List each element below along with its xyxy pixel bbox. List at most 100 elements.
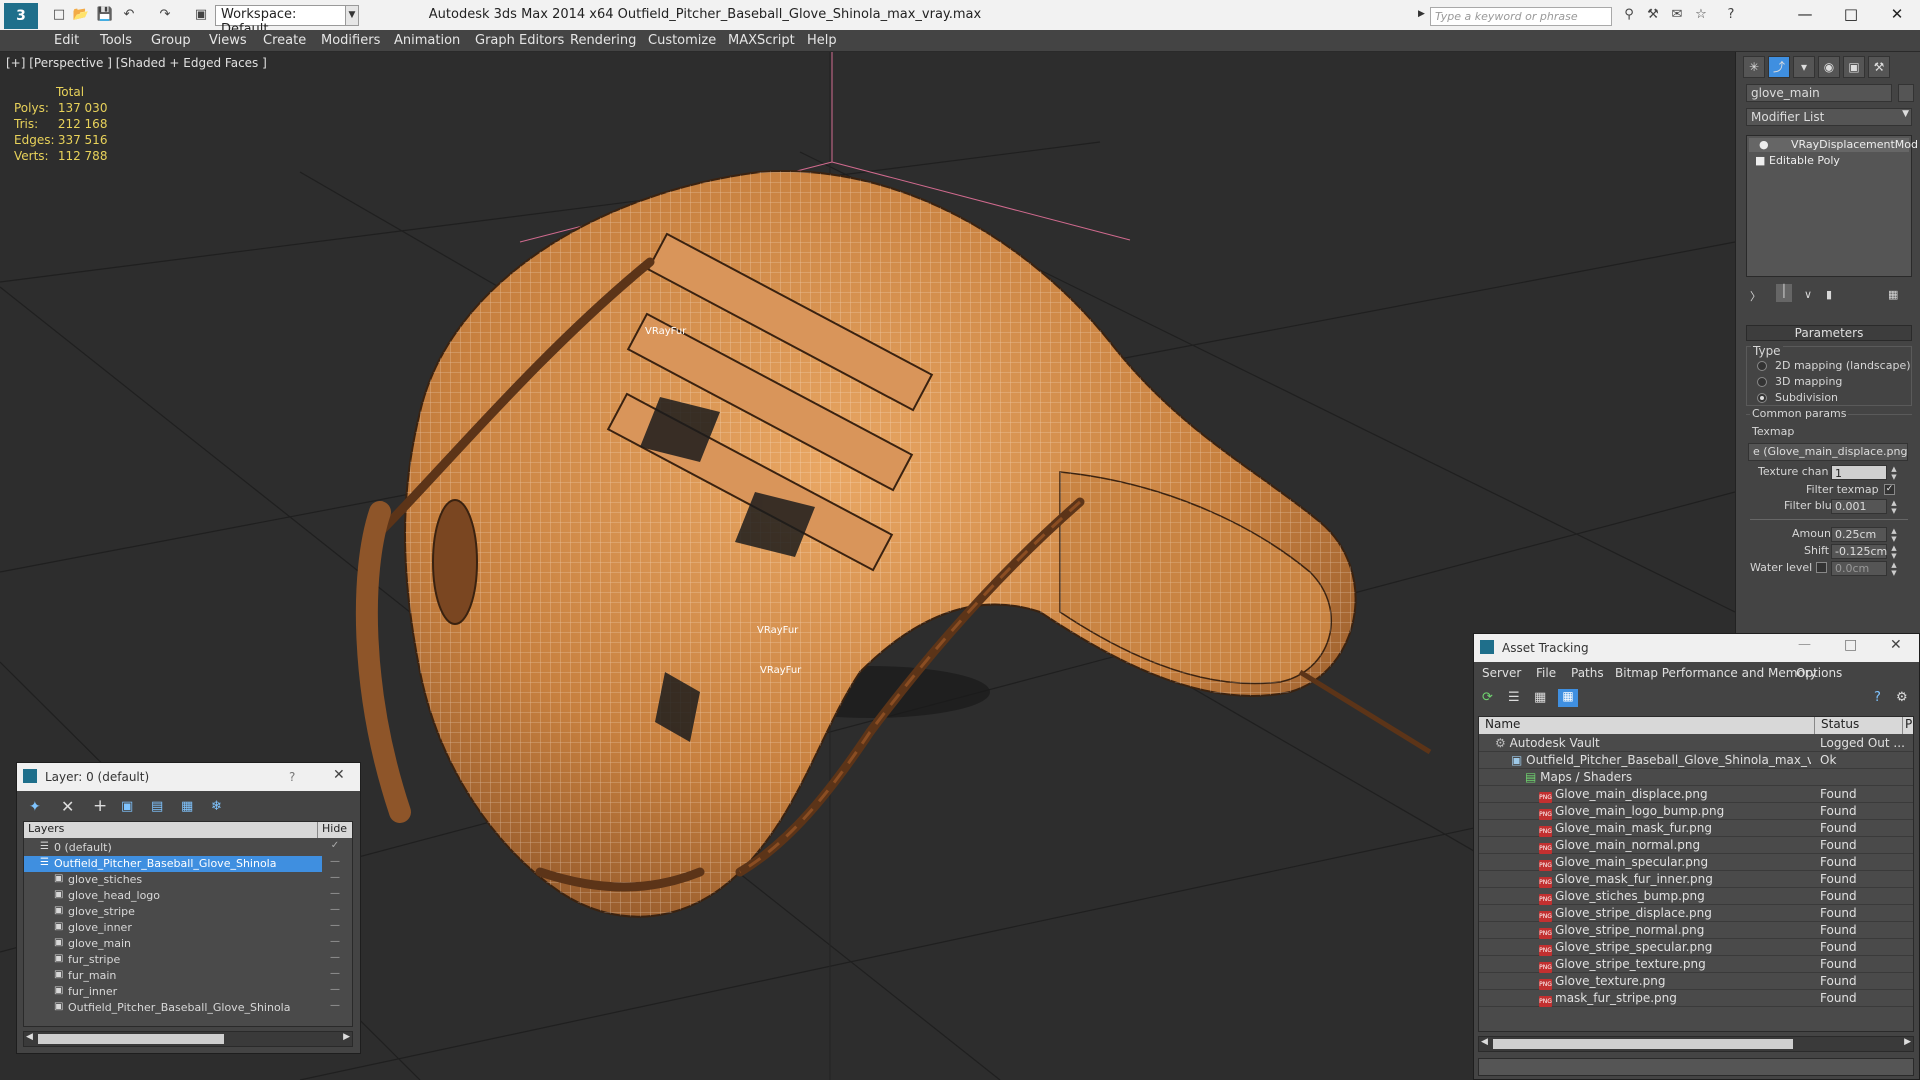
- object-color-swatch[interactable]: [1898, 84, 1914, 102]
- asset-row[interactable]: PNG Glove_main_logo_bump.png Found: [1479, 803, 1913, 820]
- layer-row[interactable]: ☰ Outfield_Pitcher_Baseball_Glove_Shinola: [24, 856, 322, 872]
- layer-close-icon[interactable]: ✕: [333, 767, 345, 783]
- utilities-tab-icon[interactable]: ⚒: [1868, 56, 1890, 78]
- stack-item-editable-poly[interactable]: ■ Editable Poly: [1749, 154, 1909, 168]
- layer-help-icon[interactable]: ?: [289, 770, 295, 784]
- asset-row[interactable]: PNG mask_fur_stripe.png Found: [1479, 990, 1913, 1007]
- water-level-spinner-icon[interactable]: ▲ ▼: [1889, 561, 1899, 577]
- layer-row[interactable]: ▣ fur_inner: [24, 984, 322, 1000]
- asset-row[interactable]: PNG Glove_stripe_displace.png Found: [1479, 905, 1913, 922]
- hide-toggle-icon[interactable]: —: [326, 968, 344, 984]
- stack-item-vraydisplacement[interactable]: ● VRayDisplacementMod: [1749, 138, 1918, 152]
- hide-toggle-icon[interactable]: —: [326, 872, 344, 888]
- modify-tab-icon[interactable]: ⤴: [1768, 56, 1790, 78]
- menu-customize[interactable]: Customize: [648, 33, 716, 48]
- menu-modifiers[interactable]: Modifiers: [321, 33, 380, 48]
- menu-create[interactable]: Create: [263, 33, 306, 48]
- layer-row[interactable]: ▣ Outfield_Pitcher_Baseball_Glove_Shinola: [24, 1000, 322, 1016]
- asset-menu-file[interactable]: File: [1536, 666, 1556, 680]
- asset-help-icon[interactable]: ?: [1874, 690, 1881, 705]
- asset-row[interactable]: PNG Glove_main_displace.png Found: [1479, 786, 1913, 803]
- minimize-icon[interactable]: —: [1782, 0, 1828, 30]
- asset-row[interactable]: PNG Glove_stripe_normal.png Found: [1479, 922, 1913, 939]
- current-layer-check-icon[interactable]: ✓: [326, 840, 344, 856]
- radio-subdivision[interactable]: [1757, 393, 1767, 403]
- water-level-checkbox[interactable]: [1816, 562, 1827, 573]
- layer-row[interactable]: ☰ 0 (default): [24, 840, 322, 856]
- create-layer-icon[interactable]: ✦: [29, 799, 41, 815]
- bulb-icon[interactable]: ●: [1759, 138, 1769, 151]
- asset-row[interactable]: PNG Glove_main_specular.png Found: [1479, 854, 1913, 871]
- asset-row[interactable]: ▣ Outfield_Pitcher_Baseball_Glove_Shinol…: [1479, 752, 1913, 769]
- texture-chan-input[interactable]: 1: [1831, 465, 1887, 480]
- status-column-header[interactable]: Status: [1815, 717, 1903, 734]
- asset-menu-paths[interactable]: Paths: [1571, 666, 1604, 680]
- menu-edit[interactable]: Edit: [54, 33, 79, 48]
- amount-input[interactable]: 0.25cm: [1831, 527, 1887, 542]
- viewport-label[interactable]: [+] [Perspective ] [Shaded + Edged Faces…: [6, 56, 267, 70]
- asset-row[interactable]: PNG Glove_main_normal.png Found: [1479, 837, 1913, 854]
- shift-spinner-icon[interactable]: ▲ ▼: [1889, 544, 1899, 560]
- menu-graph-editors[interactable]: Graph Editors: [475, 33, 564, 48]
- name-column-header[interactable]: Name: [1479, 717, 1815, 734]
- filter-texmap-checkbox[interactable]: ✓: [1884, 484, 1895, 495]
- asset-row[interactable]: PNG Glove_main_mask_fur.png Found: [1479, 820, 1913, 837]
- hierarchy-tab-icon[interactable]: ▾: [1793, 56, 1815, 78]
- hide-column-header[interactable]: Hide: [318, 822, 352, 838]
- layer-row[interactable]: ▣ glove_inner: [24, 920, 322, 936]
- radio-3d-mapping[interactable]: [1757, 377, 1767, 387]
- favorites-star-icon[interactable]: ☆: [1692, 6, 1710, 24]
- asset-row[interactable]: ⚙ Autodesk Vault Logged Out ...: [1479, 735, 1913, 752]
- hide-toggle-icon[interactable]: —: [326, 904, 344, 920]
- menu-rendering[interactable]: Rendering: [570, 33, 636, 48]
- hide-all-layers-icon[interactable]: ▦: [181, 799, 193, 814]
- menu-maxscript[interactable]: MAXScript: [728, 33, 795, 48]
- texmap-button[interactable]: e (Glove_main_displace.png): [1748, 443, 1908, 461]
- asset-settings-icon[interactable]: ⚙: [1896, 690, 1908, 705]
- asset-row[interactable]: PNG Glove_stripe_texture.png Found: [1479, 956, 1913, 973]
- asset-path-field[interactable]: [1478, 1058, 1914, 1076]
- layer-row[interactable]: ▣ glove_main: [24, 936, 322, 952]
- layer-row[interactable]: ▣ fur_stripe: [24, 952, 322, 968]
- parameters-rollout[interactable]: Parameters: [1746, 325, 1912, 341]
- layer-row[interactable]: ▣ glove_head_logo: [24, 888, 322, 904]
- thumbnail-view-icon[interactable]: ▦: [1534, 690, 1546, 705]
- asset-horizontal-scrollbar[interactable]: ◀ ▶: [1478, 1036, 1914, 1052]
- layer-horizontal-scrollbar[interactable]: ◀ ▶: [23, 1031, 353, 1047]
- asset-maximize-icon[interactable]: □: [1844, 637, 1857, 653]
- freeze-all-layers-icon[interactable]: ❄: [211, 799, 222, 814]
- highlight-layer-icon[interactable]: ▤: [151, 799, 163, 814]
- display-tab-icon[interactable]: ▣: [1843, 56, 1865, 78]
- layer-row[interactable]: ▣ fur_main: [24, 968, 322, 984]
- show-end-result-icon[interactable]: │: [1776, 284, 1792, 302]
- close-icon[interactable]: ✕: [1874, 0, 1920, 30]
- menu-animation[interactable]: Animation: [394, 33, 460, 48]
- asset-row[interactable]: PNG Glove_texture.png Found: [1479, 973, 1913, 990]
- list-view-icon[interactable]: ☰: [1508, 690, 1520, 705]
- search-arrow-icon[interactable]: ▶: [1418, 9, 1425, 19]
- search-input[interactable]: Type a keyword or phrase: [1430, 7, 1612, 26]
- object-name-field[interactable]: glove_main: [1746, 84, 1892, 102]
- select-in-layer-icon[interactable]: ▣: [121, 799, 133, 814]
- help-icon[interactable]: ?: [1722, 6, 1740, 24]
- delete-layer-icon[interactable]: ✕: [61, 797, 74, 816]
- asset-menu-options[interactable]: Options: [1796, 666, 1842, 680]
- layer-row[interactable]: ▣ glove_stiches: [24, 872, 322, 888]
- configure-modifier-sets-icon[interactable]: ▦: [1888, 288, 1898, 301]
- asset-row[interactable]: PNG Glove_stiches_bump.png Found: [1479, 888, 1913, 905]
- menu-views[interactable]: Views: [209, 33, 247, 48]
- add-to-layer-icon[interactable]: +: [93, 796, 107, 816]
- asset-scroll-thumb[interactable]: [1493, 1039, 1793, 1049]
- binoculars-icon[interactable]: ⚲: [1620, 6, 1638, 24]
- create-tab-icon[interactable]: ✳: [1743, 56, 1765, 78]
- expand-box-icon[interactable]: ■: [1755, 154, 1765, 167]
- asset-window-titlebar[interactable]: Asset Tracking — □ ✕: [1474, 634, 1919, 662]
- table-view-icon[interactable]: ▦: [1558, 689, 1578, 707]
- asset-close-icon[interactable]: ✕: [1890, 637, 1902, 653]
- asset-menu-server[interactable]: Server: [1482, 666, 1521, 680]
- communication-icon[interactable]: ✉: [1668, 6, 1686, 24]
- menu-tools[interactable]: Tools: [100, 33, 132, 48]
- hide-toggle-icon[interactable]: —: [326, 1000, 344, 1016]
- subscription-icon[interactable]: ⚒: [1644, 6, 1662, 24]
- hide-toggle-icon[interactable]: —: [326, 952, 344, 968]
